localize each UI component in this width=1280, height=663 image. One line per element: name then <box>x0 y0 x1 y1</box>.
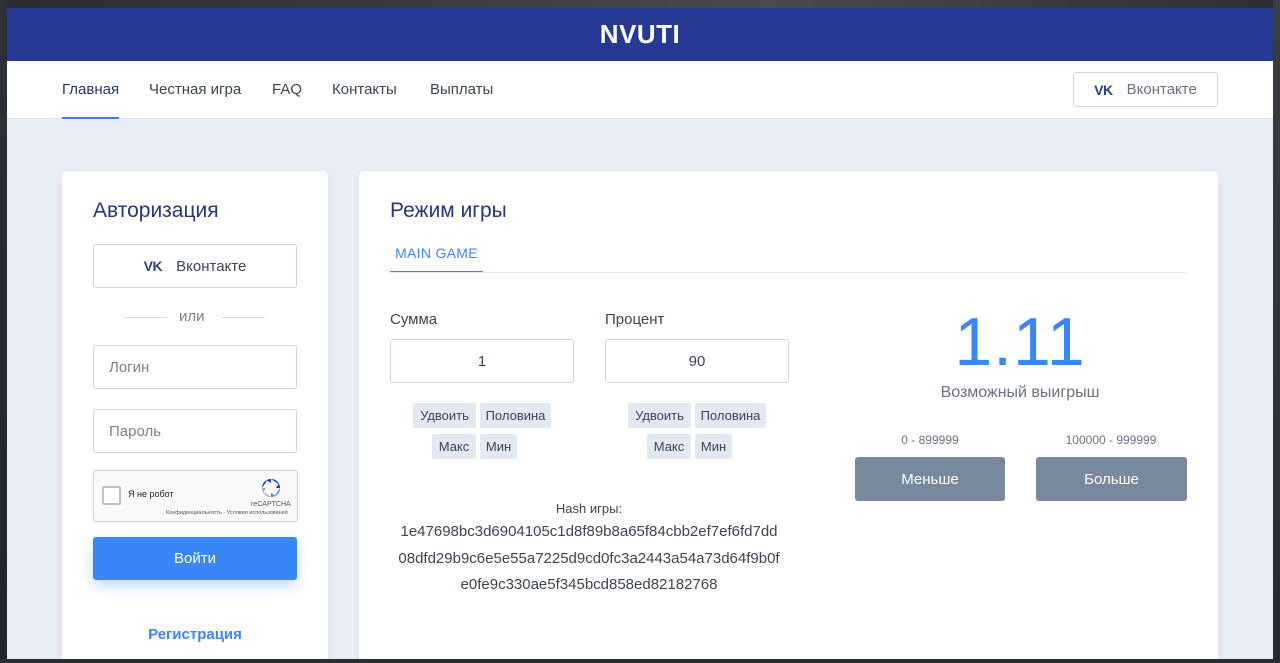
percent-half-button[interactable]: Половина <box>695 403 766 428</box>
recaptcha-checkbox[interactable] <box>102 486 121 505</box>
vk-login-label: Вконтакте <box>1126 81 1197 98</box>
brand-bar: NVUTI <box>7 8 1273 61</box>
vk-logo-icon: VK <box>143 258 163 274</box>
amount-double-button[interactable]: Удвоить <box>413 403 476 428</box>
or-divider-right <box>222 317 265 318</box>
desktop-frame-bottom <box>0 659 1280 663</box>
vk-logo-icon: VK <box>1094 81 1113 98</box>
game-card: Режим игры MAIN GAME Сумма Удвоить Полов… <box>359 171 1218 659</box>
desktop-frame-left <box>0 0 7 663</box>
tabs-underline <box>390 272 1187 273</box>
percent-double-button[interactable]: Удвоить <box>628 403 691 428</box>
vk-login-button[interactable]: VK Вконтакте <box>93 244 297 288</box>
recaptcha-terms-link[interactable]: Конфиденциальность - Условия использован… <box>166 510 288 516</box>
nav-item-home[interactable]: Главная <box>62 61 120 119</box>
game-title: Режим игры <box>390 199 507 222</box>
recaptcha-logo-icon <box>262 479 280 497</box>
percent-input[interactable] <box>605 339 789 383</box>
amount-half-button[interactable]: Половина <box>480 403 551 428</box>
or-divider-left <box>124 317 167 318</box>
vk-login-label: Вконтакте <box>176 257 247 275</box>
password-input[interactable] <box>93 409 297 453</box>
amount-input[interactable] <box>390 339 574 383</box>
tab-main-game[interactable]: MAIN GAME <box>390 240 483 273</box>
nav-item-fair-game[interactable]: Честная игра <box>149 61 241 119</box>
nav-item-faq[interactable]: FAQ <box>272 61 302 119</box>
vk-login-button-header[interactable]: VK Вконтакте <box>1073 72 1218 107</box>
recaptcha-label: Я не робот <box>128 489 174 499</box>
hash-line: e0fe9c330ae5f345bcd858ed82182768 <box>460 576 718 593</box>
brand-logo[interactable]: NVUTI <box>600 19 681 50</box>
nav-item-contacts[interactable]: Контакты <box>332 61 397 119</box>
login-input[interactable] <box>93 345 297 389</box>
hash-label: Hash игры: <box>555 501 623 516</box>
percent-label: Процент <box>605 311 665 328</box>
hash-line: 08dfd29b9c6e5e55a7225d9cd0fc3a2443a54a73… <box>398 550 780 567</box>
more-range: 100000 - 999999 <box>1065 433 1157 447</box>
auth-title: Авторизация <box>93 199 219 222</box>
main-navbar: Главная Честная игра FAQ Контакты Выплат… <box>7 61 1273 119</box>
desktop-frame-right <box>1273 0 1280 663</box>
register-link[interactable]: Регистрация <box>62 626 328 643</box>
less-range: 0 - 899999 <box>901 433 959 447</box>
recaptcha-widget: Я не робот reCAPTCHA Конфиденциальность … <box>93 470 298 522</box>
recaptcha-brand: reCAPTCHA <box>251 501 291 508</box>
percent-min-button[interactable]: Мин <box>695 434 732 459</box>
bet-more-button[interactable]: Больше <box>1036 457 1187 501</box>
nav-item-payouts[interactable]: Выплаты <box>430 61 493 119</box>
bet-less-button[interactable]: Меньше <box>855 457 1005 501</box>
amount-min-button[interactable]: Мин <box>480 434 517 459</box>
possible-win-value: 1.11 <box>954 304 1086 380</box>
browser-page: NVUTI Главная Честная игра FAQ Контакты … <box>7 8 1273 659</box>
auth-card: Авторизация VK Вконтакте или Я не робот … <box>62 171 328 659</box>
hash-line: 1e47698bc3d6904105c1d8f89b8a65f84cbb2ef7… <box>400 523 778 540</box>
amount-label: Сумма <box>390 311 438 328</box>
possible-win-label: Возможный выигрыш <box>940 384 1100 401</box>
login-submit-button[interactable]: Войти <box>93 537 297 580</box>
desktop-frame-top <box>0 0 1280 8</box>
or-divider-text: или <box>179 308 205 325</box>
amount-max-button[interactable]: Макс <box>432 434 476 459</box>
percent-max-button[interactable]: Макс <box>647 434 691 459</box>
